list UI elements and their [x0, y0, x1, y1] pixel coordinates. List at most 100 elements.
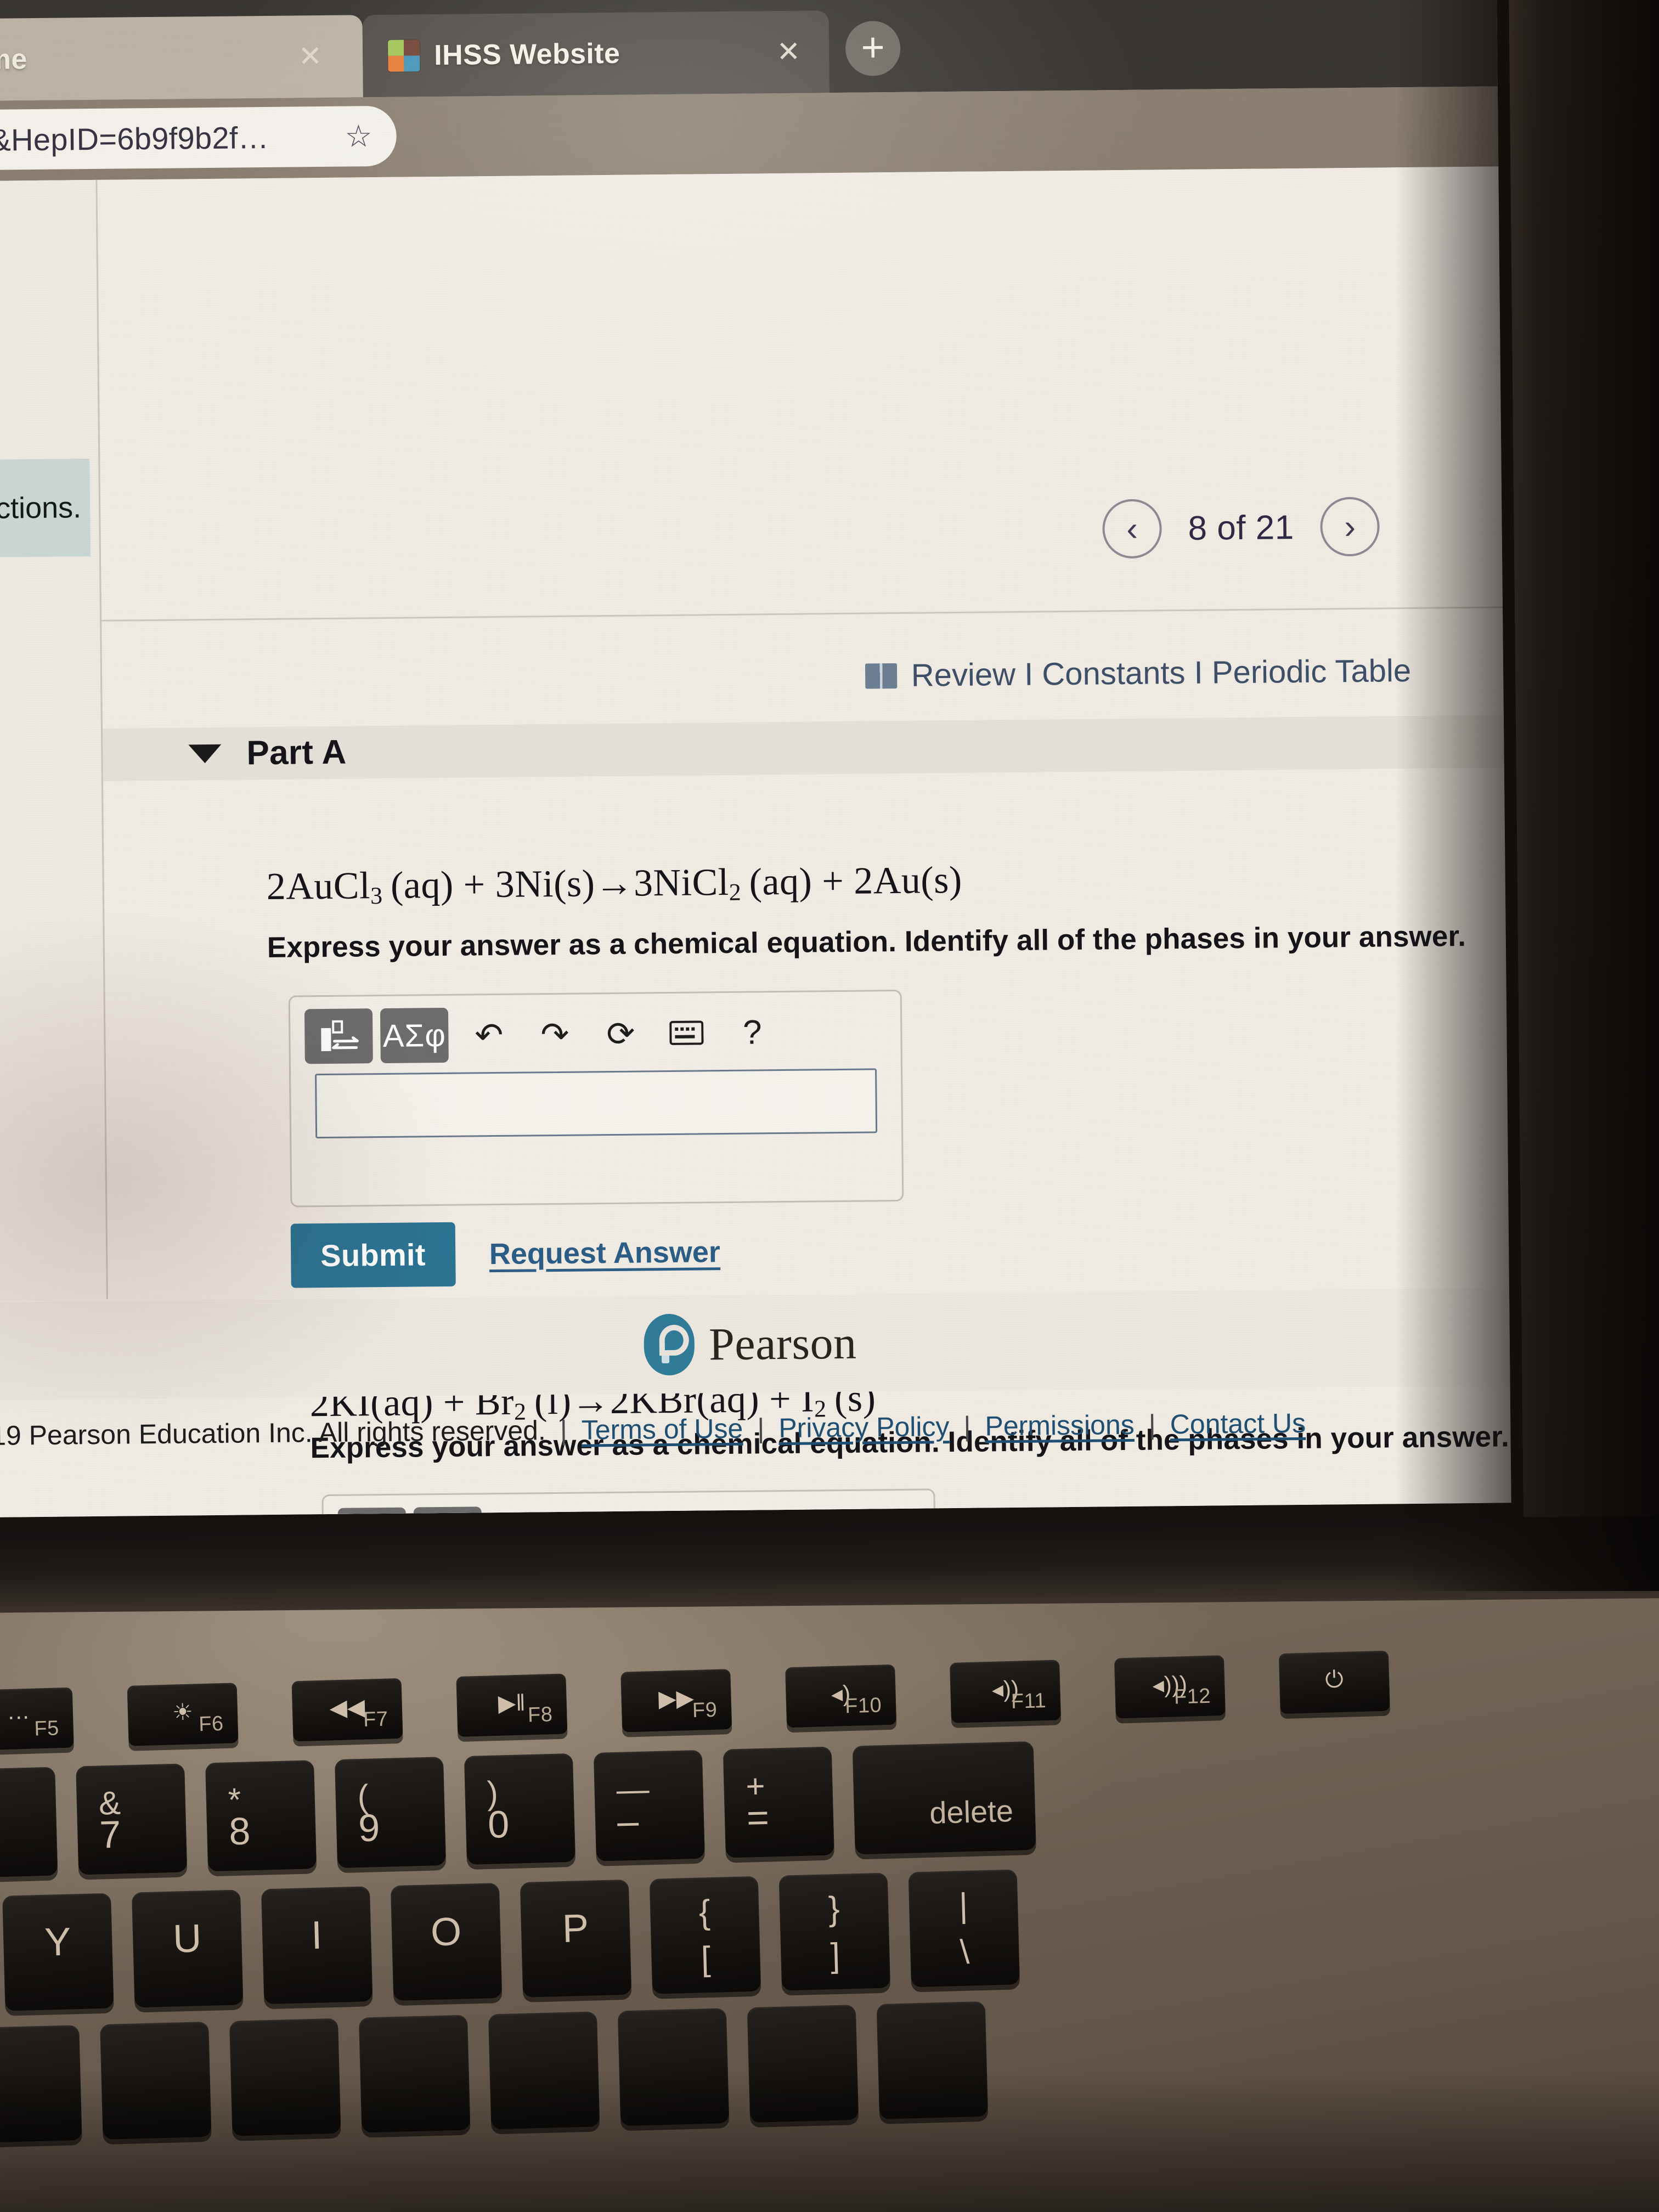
- key-partial[interactable]: [876, 2001, 989, 2119]
- key-fn-label: F6: [198, 1712, 224, 1736]
- address-bar-value: 5158&HepID=6b9f9b2f…: [0, 120, 269, 158]
- key-f8-playpause[interactable]: ▶‖ F8: [456, 1673, 568, 1737]
- part-a-actions: Submit Request Answer: [290, 1220, 721, 1288]
- chevron-down-icon[interactable]: [188, 744, 222, 763]
- part-a-answer-box: ΑΣφ ↶ ↷ ⟳ ?: [288, 989, 904, 1207]
- browser-tabstrip: urse Home ✕ IHSS Website ✕ +: [0, 0, 1498, 103]
- close-icon[interactable]: ✕: [776, 36, 800, 68]
- part-a-header[interactable]: Part A: [188, 733, 347, 774]
- resource-links[interactable]: Review I Constants I Periodic Table: [865, 652, 1412, 695]
- key-minus[interactable]: — –: [593, 1750, 705, 1861]
- reset-icon[interactable]: ⟳: [588, 1006, 654, 1061]
- page-content: actions. ‹ 8 of 21 › Review I Constants …: [0, 166, 1511, 1517]
- footer-separator: |: [1148, 1409, 1156, 1440]
- left-rail: [0, 179, 108, 1300]
- submit-button[interactable]: Submit: [290, 1222, 456, 1288]
- key-f7-rewind[interactable]: ◀◀ F7: [291, 1678, 403, 1742]
- key-shift-label: {: [698, 1893, 711, 1932]
- contact-us-link[interactable]: Contact Us: [1170, 1407, 1306, 1440]
- key-fn-label: F10: [844, 1694, 882, 1718]
- key-bracket-left[interactable]: { [: [649, 1876, 761, 1994]
- undo-icon[interactable]: ↶: [456, 1007, 522, 1063]
- key-o[interactable]: O: [390, 1883, 503, 2001]
- key-label: \: [959, 1933, 970, 1972]
- key-backslash[interactable]: | \: [908, 1869, 1020, 1988]
- key-6[interactable]: ^ 6: [0, 1767, 58, 1878]
- key-f5[interactable]: ··∙ F5: [0, 1687, 74, 1751]
- key-fn-label: F5: [33, 1717, 60, 1741]
- key-glyph: ▶▶: [658, 1685, 695, 1712]
- key-delete[interactable]: delete: [852, 1741, 1036, 1855]
- equation-template-button[interactable]: [304, 1008, 373, 1064]
- key-label: 9: [358, 1806, 381, 1850]
- key-label: O: [430, 1909, 462, 1955]
- key-label: =: [746, 1796, 770, 1839]
- key-0[interactable]: ) 0: [464, 1753, 576, 1865]
- key-partial[interactable]: [617, 2008, 730, 2126]
- part-a-answer-input[interactable]: [315, 1068, 878, 1139]
- part-a: Part A: [188, 733, 347, 774]
- laptop-base: ··∙ F5 ☀ F6 ◀◀ F7 ▶‖ F8 ▶▶ F9 ◂) F10 ◂))…: [0, 1515, 1659, 2212]
- bookmark-star-icon[interactable]: ☆: [345, 118, 373, 154]
- key-8[interactable]: * 8: [205, 1760, 317, 1872]
- key-fn-label: F7: [363, 1707, 389, 1731]
- key-label: 7: [99, 1813, 122, 1857]
- address-bar[interactable]: 5158&HepID=6b9f9b2f… ☆: [0, 105, 397, 171]
- page-footer: 019 Pearson Education Inc. All rights re…: [0, 1385, 1511, 1471]
- key-partial[interactable]: [229, 2018, 341, 2136]
- close-icon[interactable]: ✕: [298, 41, 322, 72]
- permissions-link[interactable]: Permissions: [985, 1409, 1135, 1442]
- key-glyph: ··∙: [7, 1702, 30, 1729]
- part-a-equation: 2AuCl3 (aq) + 3Ni(s)→3NiCl2 (aq) + 2Au(s…: [266, 859, 963, 910]
- key-f12-volume-up[interactable]: ◂))) F12: [1114, 1655, 1226, 1719]
- key-f9-fastforward[interactable]: ▶▶ F9: [620, 1669, 732, 1733]
- key-glyph: ☀: [172, 1699, 194, 1725]
- key-bracket-right[interactable]: } ]: [778, 1872, 891, 1991]
- new-tab-button[interactable]: +: [845, 20, 901, 76]
- laptop-hinge: [0, 1515, 1659, 1613]
- key-partial[interactable]: [0, 2025, 82, 2143]
- key-label: P: [561, 1906, 590, 1951]
- key-power[interactable]: ⏻: [1278, 1650, 1390, 1714]
- pagination: ‹ 8 of 21 ›: [1102, 496, 1380, 559]
- key-shift-label: |: [958, 1886, 969, 1925]
- redo-icon[interactable]: ↷: [522, 1006, 588, 1062]
- tab-ihss-website[interactable]: IHSS Website ✕: [362, 10, 830, 98]
- key-label: delete: [929, 1793, 1014, 1830]
- part-a-label: Part A: [246, 733, 347, 772]
- key-f10-mute[interactable]: ◂) F10: [785, 1664, 897, 1728]
- next-question-button[interactable]: ›: [1320, 496, 1380, 557]
- footer-separator: |: [963, 1410, 971, 1442]
- terms-of-use-link[interactable]: Terms of Use: [582, 1413, 743, 1446]
- key-partial[interactable]: [100, 2021, 212, 2140]
- greek-symbols-button[interactable]: ΑΣφ: [380, 1007, 449, 1064]
- part-a-instructions: Express your answer as a chemical equati…: [267, 920, 1466, 964]
- resource-links-label[interactable]: Review I Constants I Periodic Table: [911, 652, 1412, 694]
- help-icon[interactable]: ?: [719, 1005, 786, 1060]
- pearson-mark-icon: [644, 1313, 695, 1376]
- key-f11-volume-down[interactable]: ◂)) F11: [950, 1660, 1062, 1723]
- key-f6[interactable]: ☀ F6: [127, 1683, 239, 1746]
- key-7[interactable]: & 7: [76, 1763, 188, 1875]
- prev-question-button[interactable]: ‹: [1102, 499, 1163, 559]
- key-label: Y: [44, 1920, 72, 1965]
- key-i[interactable]: I: [261, 1886, 373, 2005]
- key-partial[interactable]: [747, 2005, 859, 2123]
- key-u[interactable]: U: [132, 1889, 244, 2008]
- favicon-icon: [387, 40, 420, 72]
- key-label: 0: [487, 1803, 510, 1847]
- key-partial[interactable]: [358, 2015, 471, 2133]
- browser-window: urse Home ✕ IHSS Website ✕ + 5158&HepID=…: [0, 0, 1511, 1517]
- key-9[interactable]: ( 9: [334, 1757, 447, 1869]
- key-equals[interactable]: + =: [723, 1746, 834, 1858]
- key-label: U: [172, 1916, 202, 1961]
- request-answer-link[interactable]: Request Answer: [489, 1235, 721, 1271]
- key-p[interactable]: P: [520, 1879, 632, 1998]
- tab-title: urse Home: [0, 43, 27, 77]
- keyboard-icon[interactable]: [653, 1005, 720, 1060]
- power-icon: ⏻: [1324, 1666, 1344, 1692]
- key-y[interactable]: Y: [2, 1893, 114, 2011]
- tab-course-home[interactable]: urse Home ✕: [0, 15, 363, 103]
- privacy-policy-link[interactable]: Privacy Policy: [778, 1410, 950, 1444]
- key-partial[interactable]: [488, 2011, 600, 2130]
